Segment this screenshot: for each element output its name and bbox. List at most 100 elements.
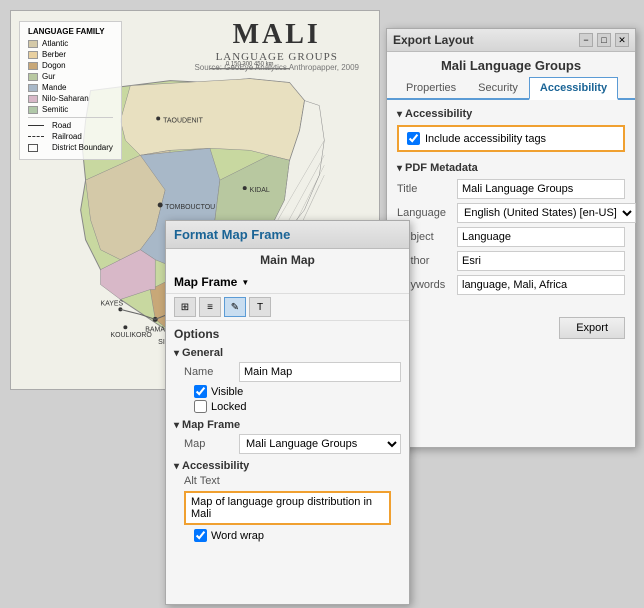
legend-label-gur: Gur: [42, 72, 55, 81]
alt-text-box: Map of language group distribution in Ma…: [184, 491, 391, 525]
options-title: Options: [174, 327, 401, 341]
mapframe-selector: Map Frame ▼: [174, 275, 249, 289]
svg-text:KAYES: KAYES: [101, 300, 124, 307]
tab-security[interactable]: Security: [467, 77, 529, 100]
legend-label-mande: Mande: [42, 83, 66, 92]
legend-label-berber: Berber: [42, 50, 66, 59]
map-legend: LANGUAGE FAMILY Atlantic Berber Dogon Gu…: [19, 21, 122, 160]
format-panel-title: Format Map Frame: [174, 227, 290, 242]
language-label: Language: [397, 207, 457, 219]
mapframe-label: Map Frame: [174, 275, 237, 289]
map-select[interactable]: Mali Language Groups: [239, 434, 401, 454]
accessibility-section-header: Accessibility: [397, 108, 625, 120]
legend-label-atlantic: Atlantic: [42, 39, 68, 48]
legend-item: Semitic: [28, 105, 113, 114]
legend-color-nilosaharan: [28, 95, 38, 103]
accessibility-section: Accessibility Include accessibility tags: [397, 108, 625, 152]
alt-text-value: Map of language group distribution in Ma…: [191, 496, 372, 520]
legend-color-gur: [28, 73, 38, 81]
alt-text-label-row: Alt Text: [174, 475, 401, 487]
keywords-row: Keywords: [397, 275, 625, 295]
mapframe-section-label: Map Frame: [182, 419, 240, 431]
options-section: Options General Name Visible Locked Map …: [166, 321, 409, 550]
accessibility-section-label: Accessibility: [405, 108, 472, 120]
word-wrap-row: Word wrap: [174, 529, 401, 542]
export-content: Accessibility Include accessibility tags…: [387, 100, 635, 315]
map-title-area: MALI LANGUAGE GROUPS Source: GeoEye Anal…: [194, 19, 359, 72]
text-icon[interactable]: T: [249, 297, 271, 317]
title-row: Title: [397, 179, 625, 199]
map-row: Map Mali Language Groups: [174, 434, 401, 454]
list-icon[interactable]: ≡: [199, 297, 221, 317]
close-button[interactable]: ✕: [615, 33, 629, 47]
accessibility-box: Include accessibility tags: [397, 125, 625, 152]
keywords-input[interactable]: [457, 275, 625, 295]
pdf-metadata-header: PDF Metadata: [397, 162, 625, 174]
legend-item: Gur: [28, 72, 113, 81]
language-select[interactable]: English (United States) [en-US]: [457, 203, 636, 223]
svg-text:KOULIKORO: KOULIKORO: [110, 332, 152, 339]
legend-label-railroad: Railroad: [52, 132, 82, 141]
map-label: Map: [184, 438, 239, 450]
include-tags-row: Include accessibility tags: [407, 132, 615, 145]
export-button[interactable]: Export: [559, 317, 625, 339]
format-panel-subtitle: Main Map: [166, 249, 409, 271]
tab-properties[interactable]: Properties: [395, 77, 467, 100]
pencil-icon[interactable]: ✎: [224, 297, 246, 317]
legend-item: Atlantic: [28, 39, 113, 48]
tab-accessibility[interactable]: Accessibility: [529, 77, 618, 100]
maximize-button[interactable]: □: [597, 33, 611, 47]
grid-icon[interactable]: ⊞: [174, 297, 196, 317]
legend-road: Road: [28, 121, 113, 130]
titlebar-controls: − □ ✕: [579, 33, 629, 47]
subject-input[interactable]: [457, 227, 625, 247]
name-row: Name: [174, 362, 401, 382]
pdf-metadata-section: PDF Metadata Title Language English (Uni…: [397, 162, 625, 295]
legend-color-semitic: [28, 106, 38, 114]
map-subtitle: LANGUAGE GROUPS: [194, 51, 359, 63]
toolbar-icons: ⊞ ≡ ✎ T: [166, 294, 409, 321]
map-source: Source: GeoEye Analytics Anthropapper, 2…: [194, 63, 359, 72]
legend-label-boundary: District Boundary: [52, 143, 113, 152]
language-row: Language English (United States) [en-US]: [397, 203, 625, 223]
export-titlebar: Export Layout − □ ✕: [387, 29, 635, 52]
legend-railroad: Railroad: [28, 132, 113, 141]
svg-text:TAOUDENIT: TAOUDENIT: [163, 117, 203, 124]
locked-label: Locked: [211, 401, 246, 413]
legend-label-dogon: Dogon: [42, 61, 66, 70]
mapframe-section-header: Map Frame: [174, 419, 401, 431]
include-tags-checkbox[interactable]: [407, 132, 420, 145]
chevron-down-icon: ▼: [241, 278, 249, 287]
locked-checkbox[interactable]: [194, 400, 207, 413]
visible-checkbox[interactable]: [194, 385, 207, 398]
name-input[interactable]: [239, 362, 401, 382]
locked-row: Locked: [174, 400, 401, 413]
format-map-frame-panel: Format Map Frame Main Map Map Frame ▼ ⊞ …: [165, 220, 410, 605]
accessibility-section-header-format: Accessibility: [174, 460, 401, 472]
svg-text:TOMBOUCTOU: TOMBOUCTOU: [165, 204, 215, 211]
map-title: MALI: [194, 19, 359, 51]
title-input[interactable]: [457, 179, 625, 199]
export-title: Export Layout: [393, 33, 474, 47]
general-section-label: General: [182, 347, 223, 359]
legend-title: LANGUAGE FAMILY: [28, 27, 113, 36]
legend-item: Mande: [28, 83, 113, 92]
legend-color-berber: [28, 51, 38, 59]
alt-text-label: Alt Text: [184, 475, 239, 487]
author-input[interactable]: [457, 251, 625, 271]
author-row: Author: [397, 251, 625, 271]
legend-label-road: Road: [52, 121, 71, 130]
legend-color-dogon: [28, 62, 38, 70]
legend-color-atlantic: [28, 40, 38, 48]
pdf-metadata-label: PDF Metadata: [405, 162, 478, 174]
legend-label-semitic: Semitic: [42, 105, 68, 114]
word-wrap-checkbox[interactable]: [194, 529, 207, 542]
format-panel-header: Format Map Frame: [166, 221, 409, 249]
legend-boundary: District Boundary: [28, 143, 113, 152]
export-tabs: Properties Security Accessibility: [387, 77, 635, 100]
format-panel-toolbar: Map Frame ▼: [166, 271, 409, 294]
name-label: Name: [184, 366, 239, 378]
visible-row: Visible: [174, 385, 401, 398]
export-map-name: Mali Language Groups: [387, 52, 635, 77]
minimize-button[interactable]: −: [579, 33, 593, 47]
